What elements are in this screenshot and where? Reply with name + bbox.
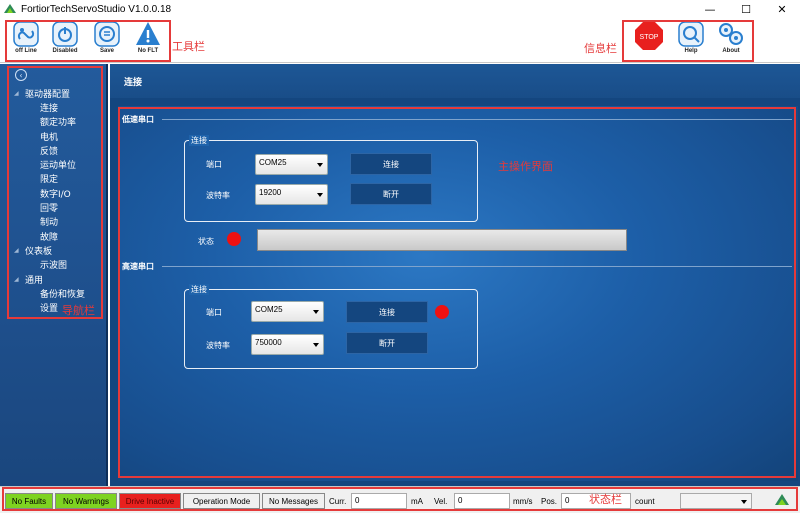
main-area-annotation-label: 主操作界面	[498, 160, 553, 173]
toolbar-annotation-label: 工具栏	[172, 40, 205, 53]
page-title: 连接	[124, 78, 143, 88]
window-title: FortiorTechServoStudio V1.0.0.18	[21, 3, 172, 15]
status-bar-annotation-box	[2, 487, 798, 511]
status-bar-annotation-label: 状态栏	[589, 493, 622, 506]
app-logo-icon	[4, 4, 16, 13]
minimize-button[interactable]: —	[692, 0, 728, 18]
main-area-annotation-box	[118, 107, 796, 478]
close-button[interactable]: ✕	[764, 0, 800, 18]
nav-annotation-label: 导航栏	[62, 304, 95, 317]
toolbar-annotation-box	[5, 20, 171, 62]
maximize-button[interactable]: ☐	[728, 0, 764, 18]
info-bar-annotation-label: 信息栏	[584, 42, 617, 55]
nav-annotation-box	[7, 66, 103, 319]
info-bar-annotation-box	[622, 20, 754, 62]
breadcrumb: 连接	[110, 64, 800, 98]
title-bar: FortiorTechServoStudio V1.0.0.18 — ☐ ✕	[0, 0, 800, 18]
